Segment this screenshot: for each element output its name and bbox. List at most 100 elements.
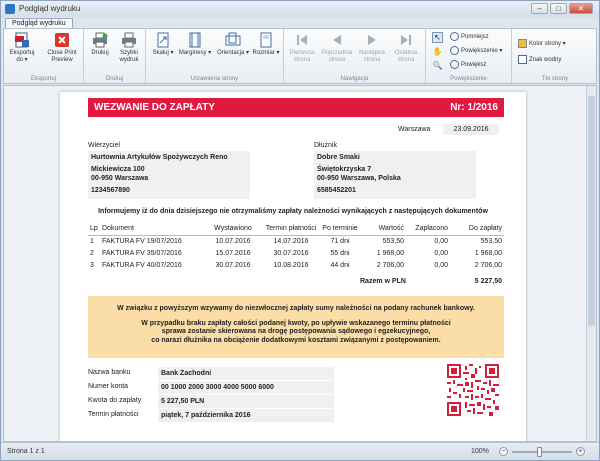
qr-code-icon [447, 364, 499, 416]
cell-lp: 1 [90, 237, 94, 245]
page-size-button[interactable]: Rozmiar ▾ [252, 32, 280, 57]
notice-line-3: sprawa zostanie skierowana na drogę post… [161, 328, 431, 335]
page-color-icon [518, 39, 527, 48]
last-page-button[interactable]: Ostatnia strona [390, 32, 422, 64]
zoom-level: 100% [471, 448, 489, 455]
zoom-plus-button[interactable]: + [576, 447, 585, 456]
group-label-page-setup: Ustawienia strony [190, 76, 239, 82]
minimize-button[interactable]: – [531, 3, 548, 14]
quick-print-button[interactable]: Szybki wydruk [116, 32, 142, 64]
orientation-button[interactable]: Orientacja ▾ [216, 32, 250, 57]
window-title: Podgląd wydruku [19, 4, 81, 13]
zoom-icon [450, 46, 459, 55]
cell-overdue: 44 dni [330, 261, 350, 269]
col-to-pay: Do zapłaty [450, 223, 504, 236]
quick-print-icon [122, 32, 136, 48]
total-value: 5 227,50 [474, 278, 502, 285]
bank-details: Nazwa banku Bank Zachodni Numer konta 00… [88, 367, 336, 423]
creditor-box: Hurtownia Artykułów Spożywczych Reno Mic… [88, 151, 250, 199]
last-page-icon [401, 35, 411, 45]
previous-page-button[interactable]: Poprzednia strona [320, 32, 354, 64]
document-number: Nr: 1/2016 [450, 102, 498, 113]
magnifier-tool-icon[interactable]: 🔍 [432, 60, 443, 71]
pointer-tool-icon[interactable]: ↖ [432, 32, 443, 43]
ribbon: Eksportuj do ▾ Close Print Preview Ekspo… [3, 28, 597, 84]
table-row: 3 FAKTURA FV 40/07/2016 30.07.2016 10.08… [88, 259, 504, 271]
cell-lp: 2 [90, 249, 94, 257]
close-print-preview-button[interactable]: Close Print Preview [44, 32, 80, 64]
document-title: WEZWANIE DO ZAPŁATY [94, 102, 215, 113]
zoom-dropdown-button[interactable]: Powiększenie ▾ [450, 46, 502, 56]
cell-to-pay: 1 968,00 [474, 249, 502, 257]
vertical-scrollbar[interactable] [586, 86, 596, 441]
payment-deadline-value: piątek, 7 października 2016 [158, 409, 334, 422]
col-value: Wartość [360, 223, 406, 236]
zoom-in-button[interactable]: Powiększ [450, 60, 486, 70]
cell-issued: 30.07.2016 [215, 261, 251, 269]
notice-line-4: co narazi dłużnika na obciążenie dodatko… [151, 336, 441, 344]
document-header: WEZWANIE DO ZAPŁATY Nr: 1/2016 [88, 98, 504, 117]
group-export: Eksportuj do ▾ Close Print Preview Ekspo… [4, 29, 84, 83]
debtor-name: Dobre Smaki [317, 154, 360, 161]
zoom-minus-button[interactable]: − [499, 447, 508, 456]
pdf-export-icon [15, 32, 29, 48]
orientation-icon [225, 32, 241, 46]
status-bar: Strona 1 z 1 100% − + [1, 442, 599, 460]
cell-issued: 10.07.2016 [215, 237, 251, 245]
col-document: Dokument [100, 223, 204, 236]
group-page-background: Kolor strony ▾ Znak wodny Tło strony [512, 29, 598, 83]
preview-viewport[interactable]: WEZWANIE DO ZAPŁATY Nr: 1/2016 Warszawa … [3, 85, 597, 442]
cell-paid: 0,00 [434, 237, 448, 245]
cell-issued: 15.07.2016 [215, 249, 251, 257]
margins-button[interactable]: Marginesy ▾ [178, 32, 212, 57]
bank-row: Termin płatności piątek, 7 października … [88, 409, 336, 422]
creditor-label: Wierzyciel [88, 142, 120, 149]
bank-row: Kwota do zapłaty 5 227,50 PLN [88, 395, 336, 408]
maximize-button[interactable]: □ [550, 3, 567, 14]
table-row: 1 FAKTURA FV 19/07/2016 10.07.2016 14.07… [88, 235, 504, 247]
scroll-thumb[interactable] [588, 96, 595, 326]
group-print: Drukuj Szybki wydruk Drukuj [84, 29, 146, 83]
debtor-box: Dobre Smaki Świętokrzyska 7 00-950 Warsz… [314, 151, 476, 199]
page-color-button[interactable]: Kolor strony ▾ [518, 39, 566, 49]
watermark-button[interactable]: Znak wodny [518, 55, 561, 65]
documents-table: Lp Dokument Wystawiono Termin płatności … [88, 223, 504, 271]
group-page-setup: Skaluj ▾ Marginesy ▾ Orientacja ▾ Rozmia… [146, 29, 284, 83]
group-label-page-background: Tło strony [541, 76, 569, 82]
first-page-button[interactable]: Pierwsza strona [286, 32, 318, 64]
creditor-street: Mickiewicza 100 [91, 166, 145, 173]
zoom-out-button[interactable]: Pomniejsz [450, 32, 489, 42]
print-button[interactable]: Drukuj [88, 32, 112, 57]
hand-tool-icon[interactable]: ✋ [432, 46, 443, 57]
close-window-button[interactable]: ✕ [569, 3, 593, 14]
creditor-name: Hurtownia Artykułów Spożywczych Reno [91, 154, 228, 161]
col-lp: Lp [88, 223, 100, 236]
creditor-city: 00-950 Warszawa [91, 175, 149, 182]
cell-due-date: 14.07.2016 [273, 237, 309, 245]
cell-overdue: 55 dni [330, 249, 350, 257]
zoom-slider-thumb[interactable] [537, 447, 542, 457]
scale-button[interactable]: Skaluj ▾ [150, 32, 176, 57]
bank-name-value: Bank Zachodni [158, 367, 334, 380]
col-issued: Wystawiono [204, 223, 262, 236]
cell-value: 2 706,00 [376, 261, 404, 269]
cell-document: FAKTURA FV 19/07/2016 [102, 237, 182, 245]
first-page-icon [297, 35, 307, 45]
cell-paid: 0,00 [434, 249, 448, 257]
issue-city: Warszawa [398, 126, 431, 133]
debtor-label: Dłużnik [314, 142, 337, 149]
table-header-row: Lp Dokument Wystawiono Termin płatności … [88, 223, 504, 236]
next-page-icon [368, 35, 376, 45]
app-icon [5, 4, 15, 14]
group-label-print: Drukuj [105, 76, 124, 82]
page-size-icon [260, 32, 272, 48]
next-page-button[interactable]: Następna strona [356, 32, 388, 64]
group-label-export: Eksportuj [30, 76, 56, 82]
zoom-slider-track[interactable] [512, 451, 572, 453]
issue-date: 23.09.2016 [443, 124, 499, 135]
cell-due-date: 10.08.2016 [273, 261, 309, 269]
cell-lp: 3 [90, 261, 94, 269]
page-indicator: Strona 1 z 1 [7, 448, 45, 455]
cell-value: 553,50 [382, 237, 404, 245]
export-button[interactable]: Eksportuj do ▾ [8, 32, 36, 64]
